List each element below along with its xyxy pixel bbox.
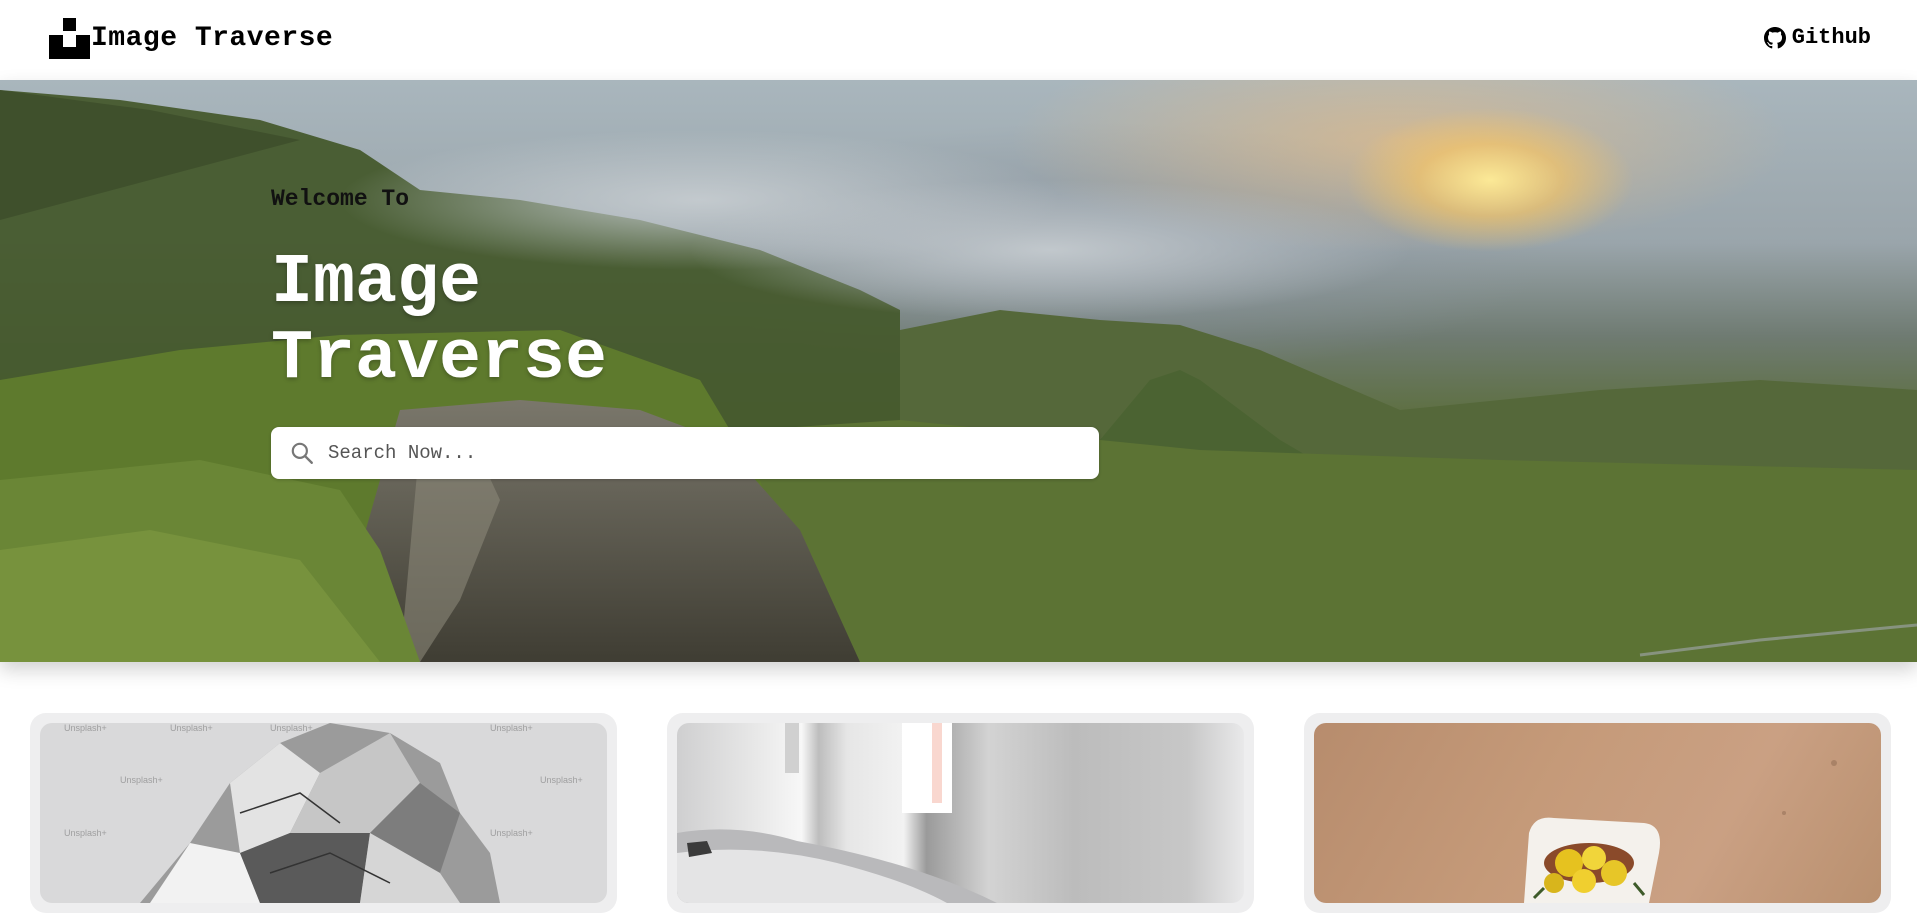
unsplash-logo-icon [49,18,90,59]
hero-title: Image Traverse [271,246,971,398]
search-icon [291,442,313,464]
image-card[interactable] [667,713,1254,913]
search-input[interactable] [328,442,1088,464]
brand[interactable]: Image Traverse [49,18,333,59]
foil-sculpture-image [140,723,500,903]
card-image[interactable] [677,723,1244,903]
welcome-text: Welcome To [271,186,410,212]
github-link[interactable]: Github [1763,25,1871,50]
card-image[interactable] [1314,723,1881,903]
card-image[interactable]: Unsplash+ Unsplash+ Unsplash+ Unsplash+ … [40,723,607,903]
car-image [677,723,997,903]
github-icon [1763,26,1786,48]
hero-title-line-2: Traverse [271,320,608,399]
hero-banner: Welcome To Image Traverse [0,80,1917,662]
github-label: Github [1791,25,1871,50]
image-grid: Unsplash+ Unsplash+ Unsplash+ Unsplash+ … [0,713,1917,913]
flower-vase-image [1524,760,1837,903]
hero-title-line-1: Image [271,244,482,323]
image-card[interactable]: Unsplash+ Unsplash+ Unsplash+ Unsplash+ … [30,713,617,913]
navbar: Image Traverse Github [0,0,1917,80]
image-card[interactable] [1304,713,1891,913]
brand-name: Image Traverse [91,23,334,54]
search-bar[interactable] [271,427,1099,479]
